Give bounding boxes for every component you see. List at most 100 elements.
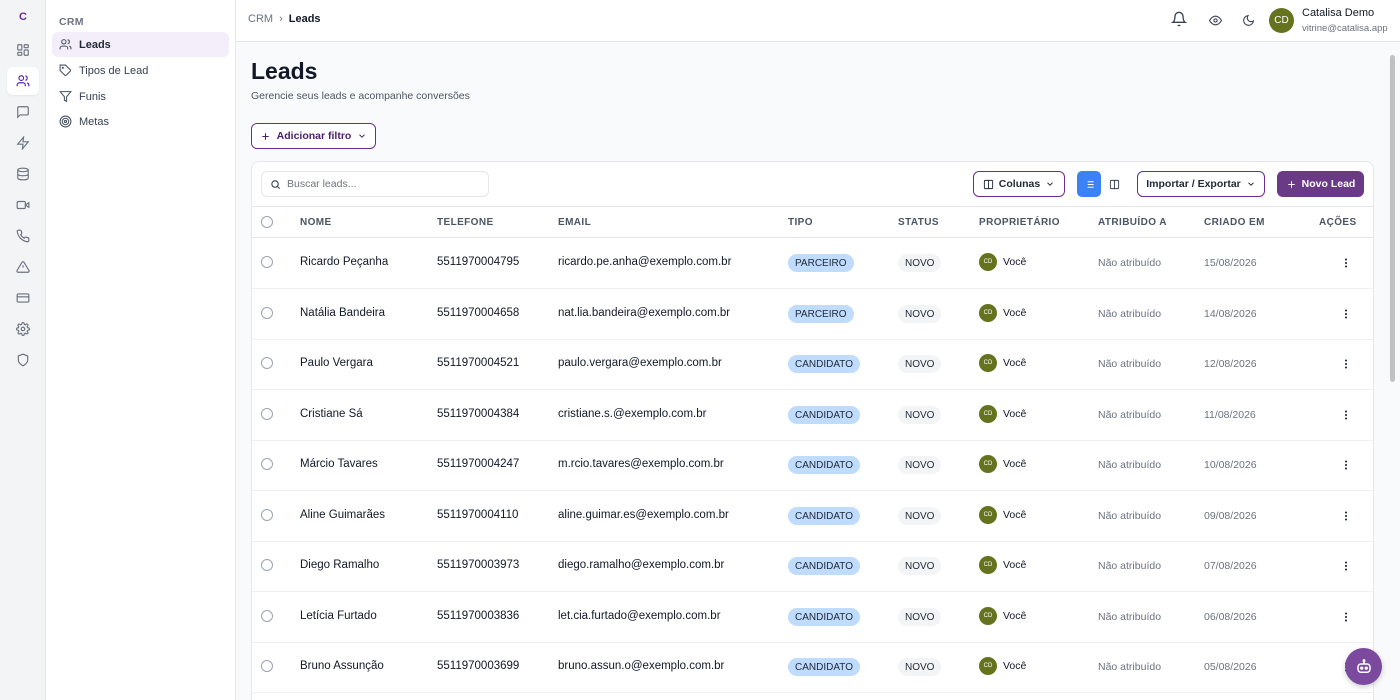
sidebar-item-leads[interactable]: Leads — [52, 32, 229, 57]
add-filter-label: Adicionar filtro — [276, 130, 352, 142]
breadcrumb-crm[interactable]: CRM — [248, 13, 273, 25]
type-badge: CANDIDATO — [788, 456, 860, 474]
lead-name[interactable]: Natália Bandeira — [300, 307, 385, 319]
sidebar-item-label: Funis — [79, 90, 106, 103]
owner-name: Você — [1003, 256, 1027, 268]
lead-name[interactable]: Aline Guimarães — [300, 509, 385, 521]
alert-icon[interactable] — [7, 253, 39, 281]
chat-icon[interactable] — [7, 98, 39, 126]
lead-name[interactable]: Márcio Tavares — [300, 458, 378, 470]
phone-icon[interactable] — [7, 222, 39, 250]
owner: CD Você — [979, 455, 1026, 473]
more-vertical-icon[interactable] — [1340, 409, 1352, 421]
type-badge: PARCEIRO — [788, 254, 854, 272]
lead-email: paulo.vergara@exemplo.com.br — [558, 357, 722, 369]
filter-icon — [59, 91, 72, 103]
gear-icon[interactable] — [7, 315, 39, 343]
dashboard-icon[interactable] — [7, 36, 39, 64]
table-row[interactable]: Aline Guimarães 5511970004110 aline.guim… — [252, 491, 1373, 542]
sidebar-item-metas[interactable]: Metas — [52, 109, 229, 134]
table-row[interactable]: Natália Bandeira 5511970004658 nat.lia.b… — [252, 289, 1373, 340]
table-row[interactable]: Márcio Tavares 5511970004247 m.rcio.tava… — [252, 440, 1373, 491]
more-vertical-icon[interactable] — [1340, 358, 1352, 370]
status-badge: NOVO — [898, 305, 942, 323]
scrollbar-thumb[interactable] — [1390, 55, 1395, 382]
lead-name[interactable]: Bruno Assunção — [300, 660, 384, 672]
sidebar-item-funis[interactable]: Funis — [52, 84, 229, 109]
lead-phone: 5511970004384 — [437, 408, 520, 420]
more-vertical-icon[interactable] — [1340, 560, 1352, 572]
row-checkbox[interactable] — [261, 256, 273, 268]
shield-icon[interactable] — [7, 346, 39, 374]
lead-email: cristiane.s.@exemplo.com.br — [558, 408, 707, 420]
lead-phone: 5511970004658 — [437, 307, 520, 319]
owner-avatar: CD — [979, 253, 997, 271]
col-nome[interactable]: NOME — [300, 217, 332, 228]
row-checkbox[interactable] — [261, 357, 273, 369]
lead-email: m.rcio.tavares@exemplo.com.br — [558, 458, 724, 470]
new-lead-button[interactable]: Novo Lead — [1277, 171, 1364, 197]
lead-name[interactable]: Paulo Vergara — [300, 357, 373, 369]
owner-name: Você — [1003, 357, 1027, 369]
more-vertical-icon[interactable] — [1340, 611, 1352, 623]
lead-name[interactable]: Letícia Furtado — [300, 610, 377, 622]
table-header: NOME TELEFONE EMAIL TIPO STATUS PROPRIET… — [252, 206, 1373, 238]
status-badge: NOVO — [898, 658, 942, 676]
table-row[interactable]: Ricardo Peçanha 5511970004795 ricardo.pe… — [252, 238, 1373, 289]
video-icon[interactable] — [7, 191, 39, 219]
lead-phone: 5511970003973 — [437, 559, 520, 571]
table-row[interactable]: Diego Ramalho 5511970003973 diego.ramalh… — [252, 541, 1373, 592]
row-checkbox[interactable] — [261, 660, 273, 672]
lead-name[interactable]: Ricardo Peçanha — [300, 256, 388, 268]
table-row[interactable]: Cristiane Sá 5511970004384 cristiane.s.@… — [252, 390, 1373, 441]
board-view-toggle[interactable] — [1102, 171, 1126, 197]
import-export-button[interactable]: Importar / Exportar — [1137, 171, 1265, 197]
plus-icon — [261, 132, 269, 140]
table-row[interactable]: Paulo Vergara 5511970004521 paulo.vergar… — [252, 339, 1373, 390]
created-at: 05/08/2026 — [1204, 661, 1257, 673]
row-checkbox[interactable] — [261, 509, 273, 521]
row-checkbox[interactable] — [261, 408, 273, 420]
bell-icon[interactable] — [1171, 11, 1187, 27]
lead-name[interactable]: Cristiane Sá — [300, 408, 363, 420]
more-vertical-icon[interactable] — [1340, 459, 1352, 471]
row-checkbox[interactable] — [261, 458, 273, 470]
avatar[interactable]: CD — [1269, 8, 1294, 33]
assigned-to: Não atribuído — [1098, 611, 1162, 623]
assigned-to: Não atribuído — [1098, 661, 1162, 673]
credit-card-icon[interactable] — [7, 284, 39, 312]
table-row[interactable]: Bruno Assunção 5511970003699 bruno.assun… — [252, 642, 1373, 693]
owner: CD Você — [979, 253, 1026, 271]
search-input[interactable] — [287, 178, 477, 190]
type-badge: CANDIDATO — [788, 355, 860, 373]
select-all-checkbox[interactable] — [261, 216, 273, 228]
table-row[interactable]: Letícia Furtado 5511970003836 let.cia.fu… — [252, 592, 1373, 643]
lead-phone: 5511970003836 — [437, 610, 520, 622]
more-vertical-icon[interactable] — [1340, 510, 1352, 522]
col-criado-em[interactable]: CRIADO EM — [1204, 217, 1265, 228]
chevron-down-icon — [1047, 182, 1054, 186]
plus-icon — [1287, 180, 1295, 188]
search-box[interactable] — [261, 171, 489, 197]
database-icon[interactable] — [7, 160, 39, 188]
more-vertical-icon[interactable] — [1340, 257, 1352, 269]
type-badge: CANDIDATO — [788, 608, 860, 626]
app-logo[interactable]: C — [12, 6, 34, 28]
moon-icon[interactable] — [1242, 14, 1255, 27]
row-checkbox[interactable] — [261, 610, 273, 622]
lead-name[interactable]: Diego Ramalho — [300, 559, 379, 571]
row-checkbox[interactable] — [261, 559, 273, 571]
owner-avatar: CD — [979, 607, 997, 625]
list-view-toggle[interactable] — [1077, 171, 1101, 197]
lightning-icon[interactable] — [7, 129, 39, 157]
users-nav-icon[interactable] — [7, 67, 39, 95]
owner-name: Você — [1003, 610, 1027, 622]
add-filter-button[interactable]: Adicionar filtro — [251, 123, 376, 149]
assigned-to: Não atribuído — [1098, 560, 1162, 572]
columns-button[interactable]: Colunas — [973, 171, 1065, 197]
sidebar-item-tipos-de-lead[interactable]: Tipos de Lead — [52, 58, 229, 83]
more-vertical-icon[interactable] — [1340, 308, 1352, 320]
eye-icon[interactable] — [1209, 14, 1222, 27]
row-checkbox[interactable] — [261, 307, 273, 319]
chat-bot-button[interactable] — [1345, 648, 1382, 685]
